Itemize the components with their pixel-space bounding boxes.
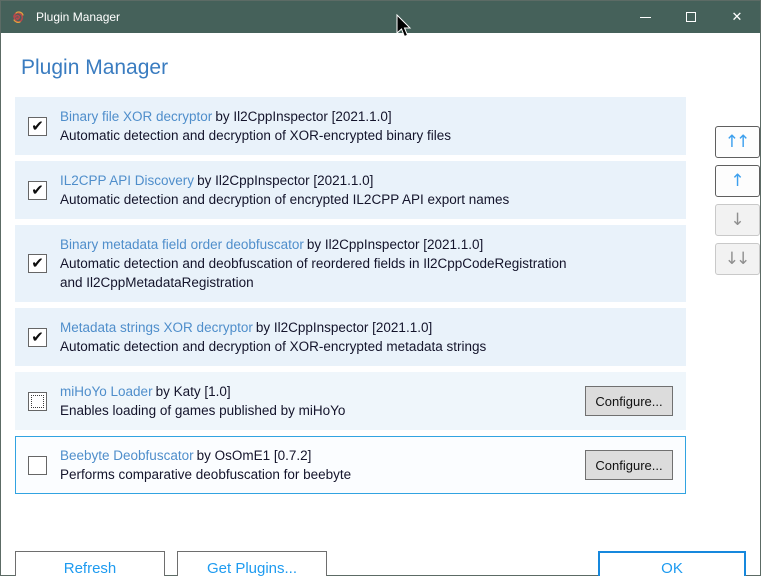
plugin-info: Binary metadata field order deobfuscator… xyxy=(60,235,673,292)
plugin-name-link[interactable]: Binary file XOR decryptor xyxy=(60,109,212,124)
plugin-enabled-checkbox[interactable]: ✔ xyxy=(28,327,47,347)
plugin-description: Automatic detection and deobfuscation of… xyxy=(60,256,567,290)
page-title: Plugin Manager xyxy=(21,56,169,79)
ok-button[interactable]: OK xyxy=(598,551,746,576)
plugin-row[interactable]: ✔ Binary file XOR decryptor by Il2CppInsp… xyxy=(15,97,686,155)
close-icon: ✕ xyxy=(731,9,743,24)
plugin-list: ✔ Binary file XOR decryptor by Il2CppInsp… xyxy=(15,97,686,494)
move-top-icon: ↑↑ xyxy=(724,131,750,152)
plugin-byline: by Il2CppInspector [2021.1.0] xyxy=(306,237,484,252)
title-bar: Plugin Manager ✕ xyxy=(1,1,760,33)
plugin-description: Automatic detection and decryption of XO… xyxy=(60,339,487,354)
plugin-title-line: Binary file XOR decryptor by Il2CppInspec… xyxy=(60,107,673,126)
plugin-info: miHoYo Loader by Katy [1.0] Enables loadi… xyxy=(60,382,573,420)
plugin-row[interactable]: ✔ IL2CPP API Discovery by Il2CppInspector… xyxy=(15,161,686,219)
configure-button[interactable]: Configure... xyxy=(585,386,673,416)
plugin-name-link[interactable]: Beebyte Deobfuscator xyxy=(60,448,194,463)
move-down-button: ↓ xyxy=(715,204,760,236)
move-down-icon: ↓ xyxy=(730,209,745,230)
move-to-bottom-button: ↓↓ xyxy=(715,243,760,275)
window-title: Plugin Manager xyxy=(36,10,121,24)
checkmark-icon: ✔ xyxy=(31,327,44,346)
move-up-icon: ↑ xyxy=(730,170,745,191)
plugin-name-link[interactable]: IL2CPP API Discovery xyxy=(60,173,194,188)
plugin-enabled-checkbox[interactable] xyxy=(28,455,47,475)
plugin-info: IL2CPP API Discovery by Il2CppInspector [… xyxy=(60,171,673,209)
plugin-byline: by Il2CppInspector [2021.1.0] xyxy=(215,109,392,124)
minimize-button[interactable] xyxy=(622,1,668,33)
close-button[interactable]: ✕ xyxy=(714,1,760,33)
checkmark-icon: ✔ xyxy=(31,116,44,135)
plugin-row[interactable]: miHoYo Loader by Katy [1.0] Enables loadi… xyxy=(15,372,686,430)
plugin-enabled-checkbox[interactable] xyxy=(28,391,47,411)
plugin-byline: by Il2CppInspector [2021.1.0] xyxy=(255,320,433,335)
configure-button[interactable]: Configure... xyxy=(585,450,673,480)
plugin-enabled-checkbox[interactable]: ✔ xyxy=(28,180,47,200)
app-icon xyxy=(13,11,24,23)
plugin-description: Automatic detection and decryption of en… xyxy=(60,192,510,207)
plugin-info: Binary file XOR decryptor by Il2CppInspec… xyxy=(60,107,673,145)
plugin-name-link[interactable]: miHoYo Loader xyxy=(60,384,153,399)
plugin-manager-window: Plugin Manager ✕ Plugin Manager ✔ Binary… xyxy=(0,0,761,576)
plugin-description: Enables loading of games published by mi… xyxy=(60,403,346,418)
plugin-info: Beebyte Deobfuscator by OsOmE1 [0.7.2] Pe… xyxy=(60,446,573,484)
plugin-info: Metadata strings XOR decryptor by Il2CppI… xyxy=(60,318,673,356)
plugin-name-link[interactable]: Binary metadata field order deobfuscator xyxy=(60,237,304,252)
move-to-top-button[interactable]: ↑↑ xyxy=(715,126,760,158)
plugin-row[interactable]: ✔ Binary metadata field order deobfuscat… xyxy=(15,225,686,302)
checkmark-icon: ✔ xyxy=(31,254,44,272)
footer-bar: Refresh Get Plugins... OK xyxy=(15,551,746,576)
content-area: Plugin Manager ✔ Binary file XOR decrypt… xyxy=(1,33,760,576)
plugin-name-link[interactable]: Metadata strings XOR decryptor xyxy=(60,320,253,335)
plugin-enabled-checkbox[interactable]: ✔ xyxy=(28,254,47,273)
move-up-button[interactable]: ↑ xyxy=(715,165,760,197)
plugin-title-line: Beebyte Deobfuscator by OsOmE1 [0.7.2] xyxy=(60,446,573,465)
plugin-description: Automatic detection and decryption of XO… xyxy=(60,128,451,143)
maximize-button[interactable] xyxy=(668,1,714,33)
plugin-byline: by OsOmE1 [0.7.2] xyxy=(196,448,312,463)
plugin-byline: by Katy [1.0] xyxy=(155,384,231,399)
plugin-row[interactable]: Beebyte Deobfuscator by OsOmE1 [0.7.2] Pe… xyxy=(15,436,686,494)
reorder-button-column: ↑↑ ↑ ↓ ↓↓ xyxy=(715,126,760,275)
maximize-icon xyxy=(686,12,696,22)
get-plugins-button[interactable]: Get Plugins... xyxy=(177,551,327,576)
plugin-title-line: Metadata strings XOR decryptor by Il2CppI… xyxy=(60,318,673,337)
plugin-title-line: miHoYo Loader by Katy [1.0] xyxy=(60,382,573,401)
minimize-icon xyxy=(639,16,651,18)
plugin-title-line: Binary metadata field order deobfuscator… xyxy=(60,235,673,254)
plugin-row[interactable]: ✔ Metadata strings XOR decryptor by Il2Cp… xyxy=(15,308,686,366)
checkmark-icon: ✔ xyxy=(31,180,44,199)
plugin-enabled-checkbox[interactable]: ✔ xyxy=(28,116,47,136)
move-bottom-icon: ↓↓ xyxy=(724,248,750,269)
plugin-byline: by Il2CppInspector [2021.1.0] xyxy=(197,173,374,188)
refresh-button[interactable]: Refresh xyxy=(15,551,165,576)
plugin-title-line: IL2CPP API Discovery by Il2CppInspector [… xyxy=(60,171,673,190)
plugin-description: Performs comparative deobfuscation for b… xyxy=(60,467,352,482)
